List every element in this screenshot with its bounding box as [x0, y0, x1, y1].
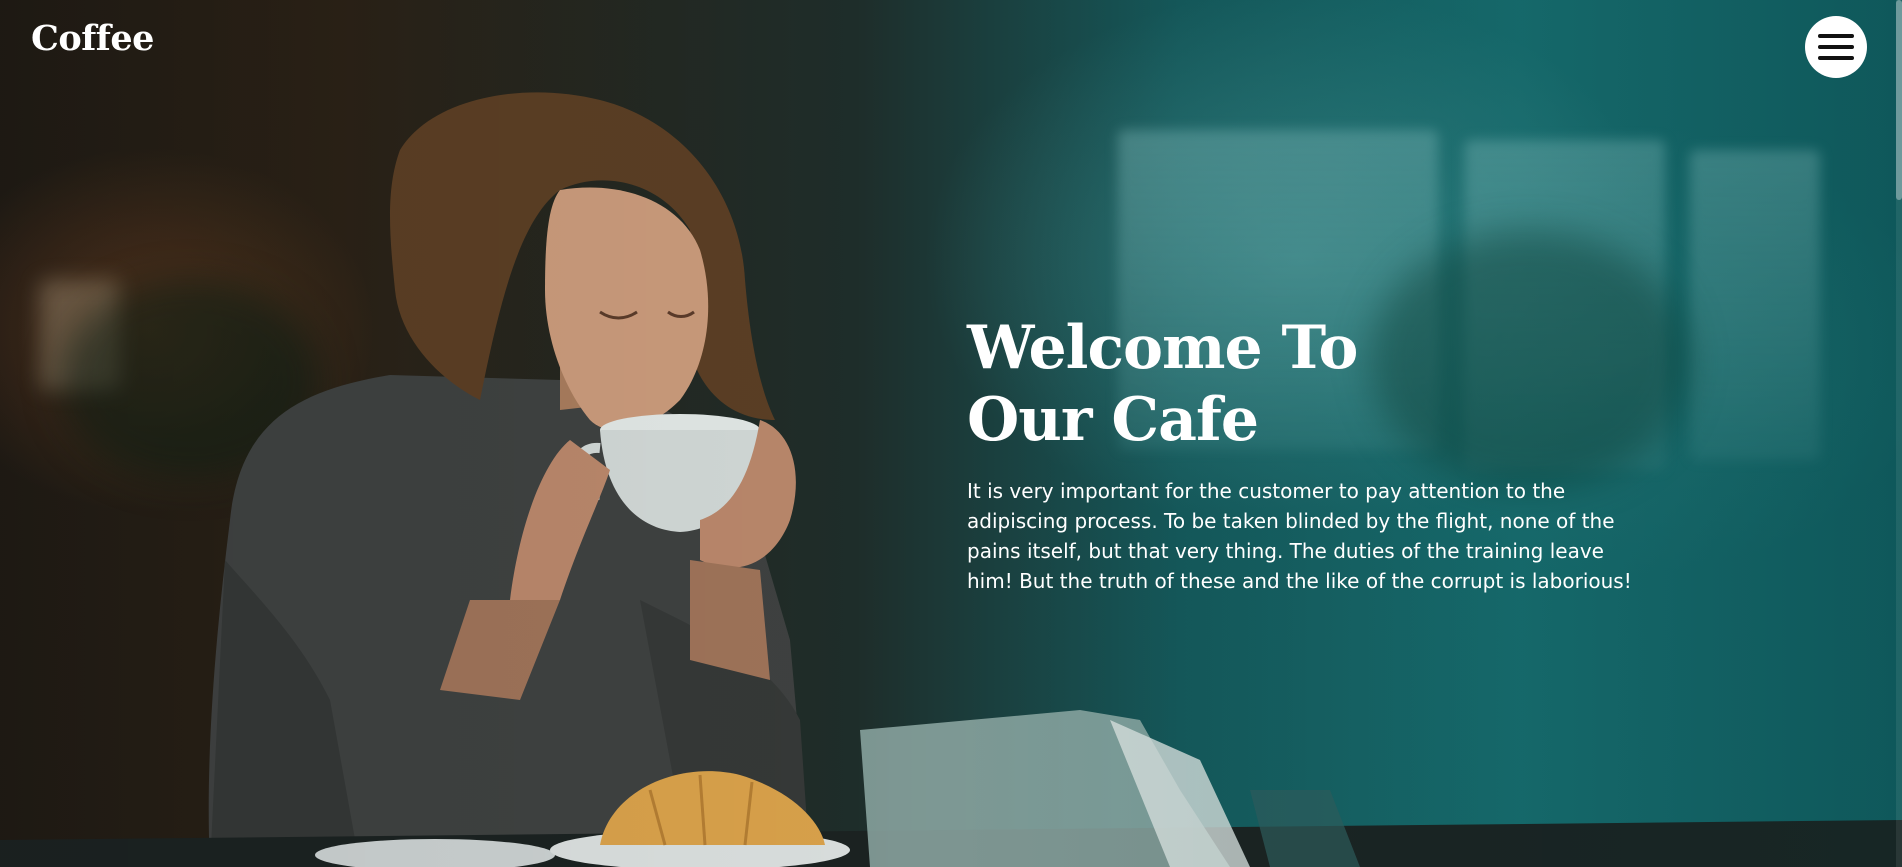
hero-title-line-2: Our Cafe	[967, 385, 1259, 455]
hero-title: Welcome To Our Cafe	[967, 312, 1667, 456]
hamburger-menu-icon	[1818, 34, 1854, 60]
hero-section: Coffee Welcome To Our Cafe It is very im…	[0, 0, 1902, 867]
scrollbar[interactable]	[1896, 0, 1902, 867]
brand-logo[interactable]: Coffee	[31, 18, 154, 59]
hero-content: Welcome To Our Cafe It is very important…	[967, 312, 1667, 596]
hero-title-line-1: Welcome To	[967, 313, 1358, 383]
scrollbar-thumb[interactable]	[1896, 0, 1902, 200]
hero-description: It is very important for the customer to…	[967, 479, 1632, 593]
menu-button[interactable]	[1805, 16, 1867, 78]
